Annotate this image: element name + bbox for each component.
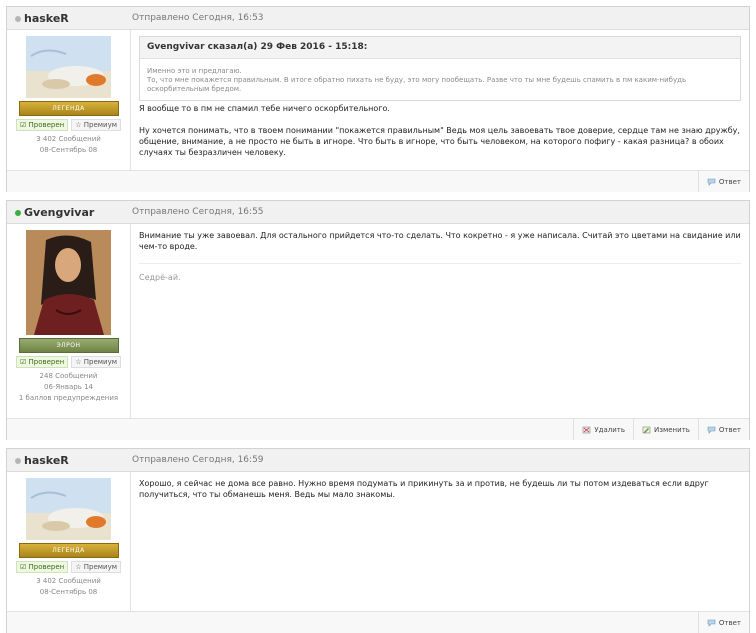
user-info-panel: ЛЕГЕНДА ☑ Проверен ☆ Премиум 3 402 Сообщ… (7, 30, 131, 170)
post-paragraph: Хорошо, я сейчас не дома все равно. Нужн… (139, 479, 709, 499)
verified-badge: ☑ Проверен (15, 356, 69, 368)
quote-line: То, что мне покажется правильным. В итог… (147, 76, 687, 93)
post: Gvengvivar Отправлено Сегодня, 16:55 ЭЛР… (6, 200, 750, 440)
post-paragraph: Я вообще то в пм не спамил тебе ничего о… (139, 104, 390, 113)
online-status-dot (15, 210, 21, 216)
join-date: 08-Сентябрь 08 (39, 146, 98, 154)
post-date: Отправлено Сегодня, 16:53 (132, 13, 264, 23)
reply-button[interactable]: Ответ (697, 171, 749, 192)
post-footer: Ответ (7, 170, 749, 192)
premium-badge: ☆ Премиум (71, 119, 122, 131)
post-count: 3 402 Сообщений (36, 135, 101, 143)
offline-status-dot (15, 16, 21, 22)
avatar[interactable] (26, 36, 111, 98)
post-header: haskeR Отправлено Сегодня, 16:53 (7, 7, 749, 30)
premium-badge: ☆ Премиум (71, 561, 122, 573)
avatar[interactable] (26, 230, 111, 335)
post-content: Хорошо, я сейчас не дома все равно. Нужн… (131, 472, 749, 611)
quote-block: Gvengvivar сказал(а) 29 Фев 2016 - 15:18… (139, 36, 741, 101)
verified-badge: ☑ Проверен (15, 119, 69, 131)
quote-header: Gvengvivar сказал(а) 29 Фев 2016 - 15:18… (140, 37, 740, 59)
join-date: 08-Сентябрь 08 (39, 588, 98, 596)
reply-button[interactable]: Ответ (697, 419, 749, 440)
post-header: Gvengvivar Отправлено Сегодня, 16:55 (7, 201, 749, 224)
verified-badge: ☑ Проверен (15, 561, 69, 573)
author-name[interactable]: haskeR (24, 454, 69, 467)
join-date: 06-Январь 14 (44, 383, 93, 391)
post-header: haskeR Отправлено Сегодня, 16:59 (7, 449, 749, 472)
post: haskeR Отправлено Сегодня, 16:59 ЛЕГЕНДА… (6, 448, 750, 633)
post-content: Gvengvivar сказал(а) 29 Фев 2016 - 15:18… (131, 30, 749, 170)
warning-points: 1 баллов предупреждения (18, 394, 119, 402)
user-rank-bar: ЛЕГЕНДА (18, 101, 119, 116)
post-date: Отправлено Сегодня, 16:55 (132, 207, 264, 217)
quote-line: Именно это и предлагаю. (147, 67, 242, 75)
user-rank-bar: ЛЕГЕНДА (18, 543, 119, 558)
avatar[interactable] (26, 478, 111, 540)
edit-button[interactable]: Изменить (633, 419, 698, 440)
edit-icon (642, 426, 651, 433)
post: haskeR Отправлено Сегодня, 16:53 ЛЕГЕНДА… (6, 6, 750, 192)
reply-icon (707, 619, 716, 627)
offline-status-dot (15, 458, 21, 464)
premium-badge: ☆ Премиум (71, 356, 122, 368)
post-footer: Удалить Изменить Ответ (7, 418, 749, 440)
reply-button[interactable]: Ответ (697, 612, 749, 633)
reply-icon (707, 426, 716, 434)
user-info-panel: ЭЛРОН ☑ Проверен ☆ Премиум 248 Сообщений… (7, 224, 131, 418)
user-rank-bar: ЭЛРОН (18, 338, 119, 353)
post-count: 3 402 Сообщений (36, 577, 101, 585)
post-content: Внимание ты уже завоевал. Для остального… (131, 224, 749, 418)
post-date: Отправлено Сегодня, 16:59 (132, 455, 264, 465)
post-paragraph: Внимание ты уже завоевал. Для остального… (139, 231, 741, 251)
user-info-panel: ЛЕГЕНДА ☑ Проверен ☆ Премиум 3 402 Сообщ… (7, 472, 131, 611)
post-count: 248 Сообщений (39, 372, 98, 380)
author-name[interactable]: haskeR (24, 12, 69, 25)
post-footer: Ответ (7, 611, 749, 633)
post-paragraph: Ну хочется понимать, что в твоем пониман… (139, 126, 740, 157)
reply-icon (707, 178, 716, 186)
quote-body: Именно это и предлагаю. То, что мне пока… (140, 59, 740, 100)
author-name[interactable]: Gvengvivar (24, 206, 94, 219)
delete-icon (583, 426, 591, 433)
delete-button[interactable]: Удалить (573, 419, 633, 440)
signature: Седрё-ай. (139, 263, 741, 283)
